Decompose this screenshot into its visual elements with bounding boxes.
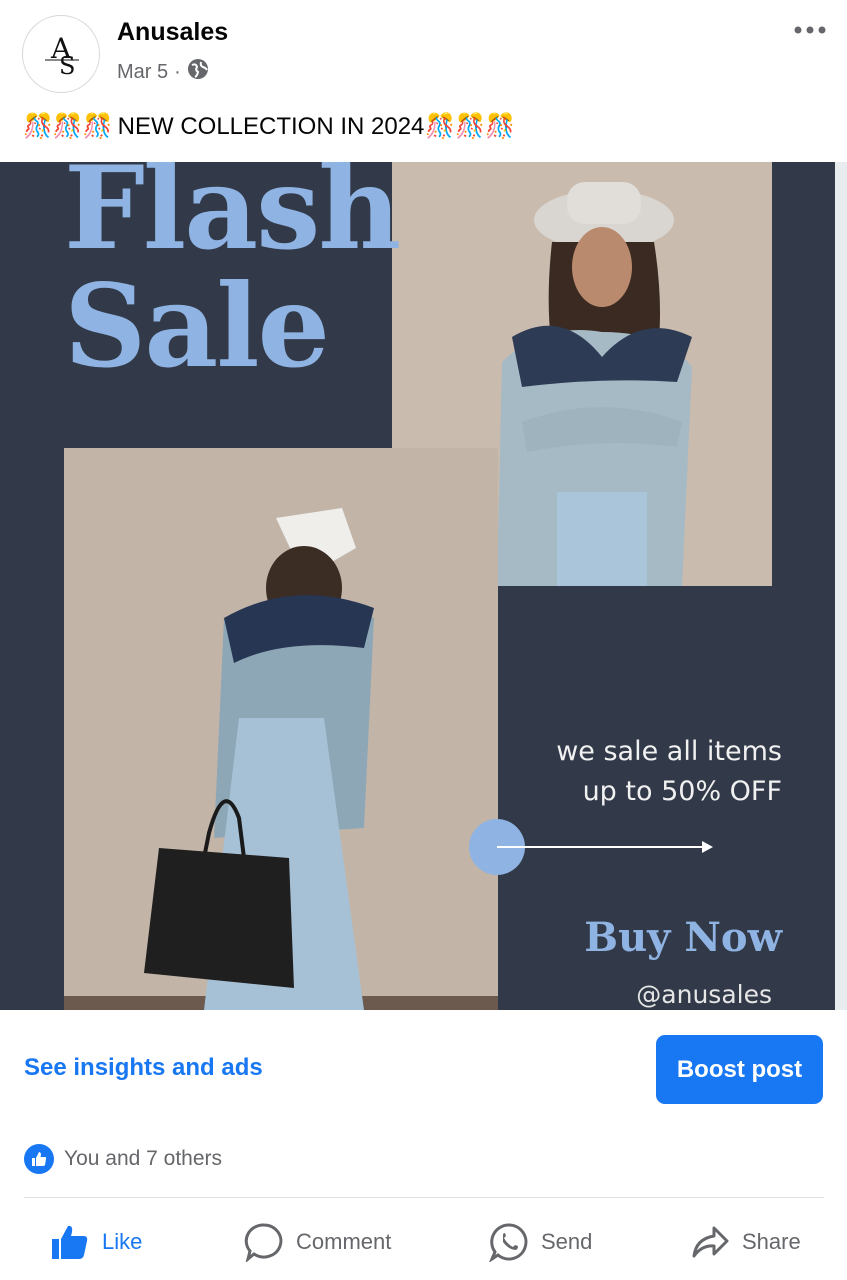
share-icon: [692, 1226, 729, 1258]
flash-sale-headline: Flash Sale: [64, 162, 401, 393]
headline-line-1: Flash: [64, 162, 401, 275]
whatsapp-icon: [489, 1223, 528, 1262]
actions-divider: [24, 1197, 824, 1198]
model-photo-bag: [64, 448, 498, 1010]
thumbs-up-icon: [52, 1225, 88, 1259]
anusales-logo: A S: [45, 32, 79, 80]
like-label: Like: [102, 1229, 143, 1254]
send-label: Send: [541, 1229, 593, 1254]
arrow-head-icon: [702, 841, 713, 853]
handle-text: @anusales: [636, 980, 772, 1009]
arrow-line: [497, 846, 707, 848]
promo-line-1: we sale all items: [556, 736, 782, 767]
send-button[interactable]: Send: [489, 1212, 592, 1272]
comment-label: Comment: [296, 1229, 392, 1254]
reactions-summary[interactable]: You and 7 others: [24, 1144, 222, 1174]
comment-button[interactable]: Comment: [244, 1212, 391, 1272]
post-date[interactable]: Mar 5: [117, 61, 168, 84]
buy-now-text: Buy Now: [584, 914, 782, 961]
meta-separator: ·: [174, 60, 181, 83]
caption-text: NEW COLLECTION IN 2024: [117, 112, 425, 140]
reactions-text: You and 7 others: [64, 1147, 223, 1170]
svg-text:S: S: [59, 52, 75, 80]
image-edge: [835, 162, 847, 1010]
comment-icon: [244, 1223, 283, 1262]
page-name[interactable]: Anusales: [117, 18, 228, 47]
promo-line-2: up to 50% OFF: [582, 776, 782, 807]
share-button[interactable]: Share: [690, 1212, 801, 1272]
page-avatar[interactable]: A S: [22, 15, 100, 93]
like-reaction-icon: [24, 1144, 54, 1174]
confetti-emoji: 🎊🎊🎊: [23, 113, 113, 140]
post-header: A S Anusales Mar 5 ·: [0, 0, 847, 110]
confetti-emoji-end: 🎊🎊🎊: [425, 113, 516, 140]
share-label: Share: [742, 1229, 801, 1254]
more-options-icon[interactable]: [790, 18, 830, 42]
globe-icon: [187, 58, 209, 86]
post-actions-bar: Like Comment Send Share: [0, 1212, 847, 1272]
post-caption: 🎊🎊🎊 NEW COLLECTION IN 2024 🎊🎊🎊: [22, 112, 516, 141]
like-button[interactable]: Like: [50, 1212, 142, 1272]
post-image[interactable]: Flash Sale we sale all items up to 50% O…: [0, 162, 847, 1010]
headline-line-2: Sale: [64, 259, 330, 393]
see-insights-link[interactable]: See insights and ads: [24, 1054, 263, 1082]
promo-text: we sale all items up to 50% OFF: [520, 732, 782, 812]
post-meta: Mar 5 ·: [117, 58, 209, 86]
boost-post-button[interactable]: Boost post: [656, 1035, 823, 1104]
